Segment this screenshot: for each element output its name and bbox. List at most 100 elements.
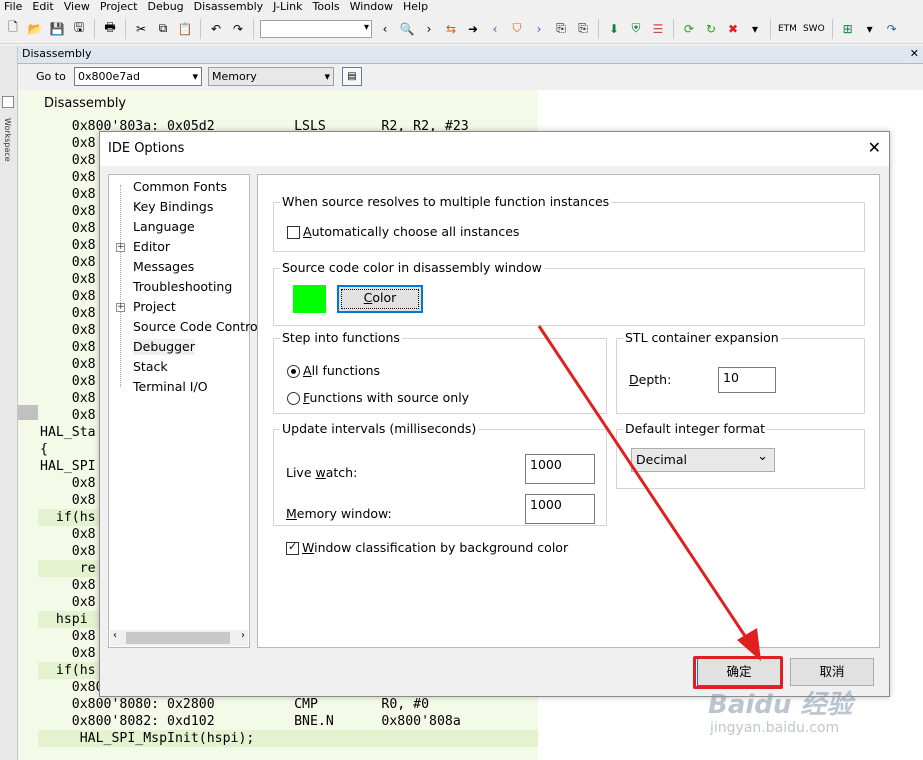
color-button[interactable]: Color [337,285,423,313]
replace-icon[interactable]: ⇆ [442,20,460,38]
find-icon[interactable]: 🔍 [398,20,416,38]
memory-window-input[interactable]: 1000 [525,494,595,524]
window-classification-label[interactable]: Window classification by background colo… [302,540,568,555]
live-watch-input[interactable]: 1000 [525,454,595,484]
code-line[interactable]: HAL_SPI_MspInit(hspi); [40,730,255,747]
code-line[interactable]: 0x8 [40,475,96,492]
new-file-icon[interactable]: 🗋 [4,20,22,38]
refresh-icon[interactable]: ↷ [883,20,901,38]
tree-item-debugger[interactable]: Debugger [133,339,195,355]
close-icon[interactable]: ✕ [910,46,919,62]
code-line[interactable]: 0x800'8080: 0x2800 CMP R0, #0 [40,696,429,713]
menu-item-j-link[interactable]: J-Link [268,0,307,14]
tree-item-common-fonts[interactable]: Common Fonts [133,179,227,195]
code-line[interactable]: 0x8 [40,594,96,611]
navigate-forward-icon[interactable]: › [530,20,548,38]
download-icon[interactable]: ⬇ [605,20,623,38]
tree-item-stack[interactable]: Stack [133,359,168,375]
go-icon[interactable]: ⟳ [680,20,698,38]
code-line[interactable]: 0x8 [40,645,96,662]
tree-item-source-code-contro[interactable]: Source Code Contro [133,319,258,335]
auto-choose-label[interactable]: Automatically choose all instances [303,224,519,239]
plugin-icon[interactable]: ⊞ [839,20,857,38]
goto-button[interactable]: ▤ [342,67,362,86]
tree-item-terminal-i-o[interactable]: Terminal I/O [133,379,208,395]
undo-icon[interactable]: ↶ [207,20,225,38]
all-functions-label[interactable]: All functions [303,363,380,378]
menu-item-debug[interactable]: Debug [142,0,188,14]
expand-icon[interactable]: + [116,303,125,312]
menu-item-edit[interactable]: Edit [27,0,58,14]
window-classification-checkbox[interactable] [286,540,299,555]
find-combo[interactable] [260,19,372,38]
code-line[interactable]: HAL_Sta [40,424,96,441]
code-line[interactable]: 0x8 [40,254,96,271]
tree-item-language[interactable]: Language [133,219,195,235]
toolbar-overflow-icon[interactable]: ▾ [746,20,764,38]
next-bookmark-icon[interactable]: ⎘ [574,20,592,38]
integer-format-select[interactable]: Decimal [631,446,775,472]
redo-icon[interactable]: ↷ [229,20,247,38]
code-line[interactable]: 0x8 [40,186,96,203]
code-line[interactable]: 0x8 [40,322,96,339]
paste-icon[interactable]: 📋 [176,20,194,38]
code-line[interactable]: 0x8 [40,237,96,254]
code-line[interactable]: 0x8 [40,135,96,152]
cut-icon[interactable]: ✂ [132,20,150,38]
menu-item-tools[interactable]: Tools [308,0,345,14]
reset-icon[interactable]: ↻ [702,20,720,38]
functions-with-source-radio[interactable] [287,392,300,405]
scroll-right-icon[interactable]: › [241,630,245,641]
code-line[interactable]: 0x8 [40,628,96,645]
functions-with-source-label[interactable]: Functions with source only [303,390,469,405]
menu-item-help[interactable]: Help [398,0,433,14]
cancel-button[interactable]: 取消 [790,658,874,686]
code-line[interactable]: 0x8 [40,271,96,288]
code-line[interactable]: 0x8 [40,373,96,390]
code-line[interactable]: hspi [40,611,88,628]
tree-horizontal-scrollbar[interactable]: ‹ › [110,630,248,646]
goto-address-input[interactable]: 0x800e7ad [74,67,202,86]
code-line[interactable]: 0x8 [40,288,96,305]
tree-item-messages[interactable]: Messages [133,259,194,275]
code-line[interactable]: if(hs [40,509,96,526]
code-line[interactable]: 0x8 [40,526,96,543]
code-line[interactable]: 0x8 [40,305,96,322]
navigate-back-icon[interactable]: ‹ [486,20,504,38]
find-prev-icon[interactable]: ‹ [376,20,394,38]
depth-input[interactable]: 10 [718,367,776,393]
scrollbar-thumb[interactable] [126,632,230,644]
code-line[interactable]: 0x8 [40,220,96,237]
swo-button[interactable]: SWO [803,24,825,34]
code-line[interactable]: 0x8 [40,169,96,186]
tree-item-troubleshooting[interactable]: Troubleshooting [133,279,232,295]
code-line[interactable]: 0x8 [40,577,96,594]
code-line[interactable]: re [40,560,96,577]
workspace-label[interactable]: Workspace [3,118,12,162]
tree-item-project[interactable]: Project [133,299,176,315]
code-line[interactable]: HAL_SPI [40,458,96,475]
layers-icon[interactable]: ☰ [649,20,667,38]
code-line[interactable]: if(hs [40,662,96,679]
copy-icon[interactable]: ⧉ [154,20,172,38]
stop-icon[interactable]: ✖ [724,20,742,38]
expand-icon[interactable]: + [116,243,125,252]
memory-zone-select[interactable]: Memory [208,67,334,86]
menu-item-disassembly[interactable]: Disassembly [189,0,269,14]
bookmark-icon[interactable]: ⛉ [508,20,526,38]
print-icon[interactable]: 🖶 [101,20,119,38]
menu-item-view[interactable]: View [59,0,95,14]
code-line[interactable]: 0x8 [40,407,96,424]
tree-item-editor[interactable]: Editor [133,239,170,255]
open-file-icon[interactable]: 📂 [26,20,44,38]
code-line[interactable]: 0x8 [40,492,96,509]
code-line[interactable]: 0x8 [40,356,96,373]
goto-line-icon[interactable]: ➜ [464,20,482,38]
all-functions-radio[interactable] [287,365,300,378]
menu-item-file[interactable]: File [0,0,27,14]
code-line[interactable]: { [40,441,48,458]
save-icon[interactable]: 💾 [48,20,66,38]
tree-item-key-bindings[interactable]: Key Bindings [133,199,213,215]
code-line[interactable]: 0x8 [40,203,96,220]
toolbar-overflow-icon-2[interactable]: ▾ [861,20,879,38]
